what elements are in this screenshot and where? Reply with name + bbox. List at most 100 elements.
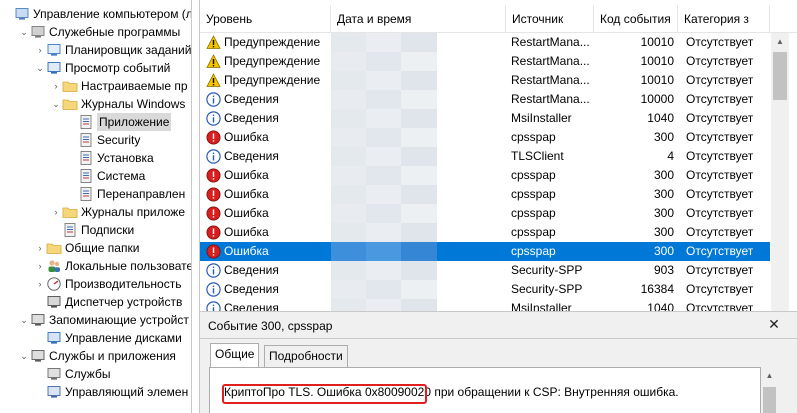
chevron-down-icon[interactable]: ⌄	[34, 59, 46, 77]
event-row[interactable]: Предупреждение RestartMana... 10010 Отсутст…	[200, 52, 770, 71]
event-row[interactable]: Ошибка cpsspap 300 Отсутствует	[200, 185, 770, 204]
event-row[interactable]: Ошибка cpsspap 300 Отсутствует	[200, 128, 770, 147]
redacted-block	[366, 109, 402, 128]
chevron-down-icon[interactable]: ⌄	[18, 347, 30, 365]
tree-item[interactable]: › Журналы приложе	[50, 203, 186, 221]
event-source: cpsspap	[511, 130, 556, 144]
tab-details[interactable]: Подробности	[264, 345, 348, 367]
event-level: Ошибка	[224, 206, 269, 220]
event-row[interactable]: Ошибка cpsspap 300 Отсутствует	[200, 223, 770, 242]
chevron-right-icon[interactable]: ›	[34, 275, 46, 293]
tree-item-label: Приложение	[97, 113, 172, 131]
tree-item[interactable]: › Локальные пользовате	[34, 257, 192, 275]
redacted-block	[331, 128, 367, 147]
tree-item[interactable]: ⌄ Просмотр событий	[34, 59, 170, 77]
scroll-up-arrow-icon[interactable]: ▲	[761, 367, 778, 384]
chevron-down-icon[interactable]: ⌄	[18, 23, 30, 41]
column-header-task-category[interactable]: Категория з	[678, 5, 770, 33]
column-header-datetime[interactable]: Дата и время	[331, 5, 506, 33]
chevron-right-icon[interactable]: ›	[34, 257, 46, 275]
event-level: Сведения	[224, 149, 279, 163]
redacted-block	[331, 223, 367, 242]
log-icon	[78, 114, 94, 130]
redacted-block	[401, 261, 437, 280]
redacted-block	[331, 242, 367, 261]
scrollbar-thumb[interactable]	[773, 52, 787, 100]
tree-item-label: Локальные пользовате	[65, 259, 192, 273]
tree-item[interactable]: ⌄ Службы и приложения	[18, 347, 176, 365]
log-icon	[78, 132, 94, 148]
chevron-down-icon[interactable]: ⌄	[18, 311, 30, 329]
event-row[interactable]: Ошибка cpsspap 300 Отсутствует	[200, 204, 770, 223]
redacted-block	[401, 33, 437, 52]
tree-item[interactable]: ⌄ Журналы Windows	[50, 95, 185, 113]
disk-icon	[46, 330, 62, 346]
tree-item[interactable]: › Производительность	[34, 275, 182, 293]
tree-item[interactable]: Управление компьютером (л	[2, 5, 191, 23]
tree-item[interactable]: ⌄ Запоминающие устройст	[18, 311, 189, 329]
close-icon[interactable]: ✕	[767, 317, 781, 331]
redacted-block	[331, 109, 367, 128]
tree-item[interactable]: Управление дисками	[34, 329, 182, 347]
column-header-level[interactable]: Уровень	[200, 5, 331, 33]
redacted-block	[366, 52, 402, 71]
redacted-block	[401, 204, 437, 223]
chevron-right-icon[interactable]: ›	[34, 239, 46, 257]
event-row[interactable]: Сведения TLSClient 4 Отсутствует	[200, 147, 770, 166]
tree-item-label: Подписки	[81, 223, 135, 237]
event-code: 10010	[640, 73, 674, 87]
redacted-block	[331, 185, 367, 204]
chevron-down-icon[interactable]: ⌄	[50, 95, 62, 113]
warning-icon	[206, 54, 221, 69]
redacted-block	[366, 147, 402, 166]
event-row[interactable]: Сведения Security-SPP 903 Отсутствует	[200, 261, 770, 280]
event-code: 300	[653, 225, 674, 239]
tree-item[interactable]: Security	[66, 131, 140, 149]
event-row[interactable]: Сведения RestartMana... 10000 Отсутствует	[200, 90, 770, 109]
details-scrollbar[interactable]: ▲	[761, 367, 778, 413]
storage-icon	[30, 312, 46, 328]
tree-item-label: Журналы приложе	[81, 205, 185, 219]
tree-item[interactable]: Диспетчер устройств	[34, 293, 182, 311]
redacted-block	[401, 166, 437, 185]
tree-item[interactable]: Управляющий элемен	[34, 383, 188, 401]
tree-item[interactable]: › Общие папки	[34, 239, 140, 257]
chevron-right-icon[interactable]: ›	[50, 203, 62, 221]
tree-item[interactable]: Службы	[34, 365, 110, 383]
event-row[interactable]: Сведения MsiInstaller 1040 Отсутствует	[200, 299, 770, 311]
tree-item[interactable]: Приложение	[66, 113, 172, 131]
tree-item[interactable]: Подписки	[50, 221, 134, 239]
event-code: 1040	[647, 111, 674, 125]
event-row[interactable]: Предупреждение RestartMana... 10010 Отсутст…	[200, 33, 770, 52]
log-icon	[78, 150, 94, 166]
tree-item[interactable]: Перенаправлен	[66, 185, 185, 203]
tree-item[interactable]: Система	[66, 167, 145, 185]
event-row[interactable]: Сведения Security-SPP 16384 Отсутствует	[200, 280, 770, 299]
redacted-block	[401, 128, 437, 147]
chevron-right-icon[interactable]: ›	[34, 41, 46, 59]
scroll-up-arrow-icon[interactable]: ▲	[771, 33, 789, 50]
scrollbar-thumb[interactable]	[763, 387, 776, 413]
tree-item[interactable]: › Настраиваемые пр	[50, 77, 188, 95]
event-row[interactable]: Ошибка cpsspap 300 Отсутствует	[200, 242, 770, 261]
column-header-source[interactable]: Источник	[506, 5, 594, 33]
event-code: 10010	[640, 35, 674, 49]
event-code: 300	[653, 206, 674, 220]
tree-item[interactable]: ⌄ Служебные программы	[18, 23, 180, 41]
event-level: Ошибка	[224, 168, 269, 182]
event-row[interactable]: Ошибка cpsspap 300 Отсутствует	[200, 166, 770, 185]
task-scheduler-icon	[46, 42, 62, 58]
info-icon	[206, 111, 221, 126]
tree-item[interactable]: › Планировщик заданий	[34, 41, 192, 59]
redacted-block	[366, 242, 402, 261]
event-row[interactable]: Сведения MsiInstaller 1040 Отсутствует	[200, 109, 770, 128]
event-source: cpsspap	[511, 244, 556, 258]
tree-item-label: Управляющий элемен	[65, 385, 189, 399]
event-list-scrollbar[interactable]: ▲	[771, 33, 789, 311]
tab-general[interactable]: Общие	[210, 343, 260, 367]
chevron-right-icon[interactable]: ›	[50, 77, 62, 95]
tree-item[interactable]: Установка	[66, 149, 154, 167]
event-row[interactable]: Предупреждение RestartMana... 10010 Отсутст…	[200, 71, 770, 90]
redacted-block	[331, 261, 367, 280]
column-header-event-code[interactable]: Код события	[594, 5, 678, 33]
